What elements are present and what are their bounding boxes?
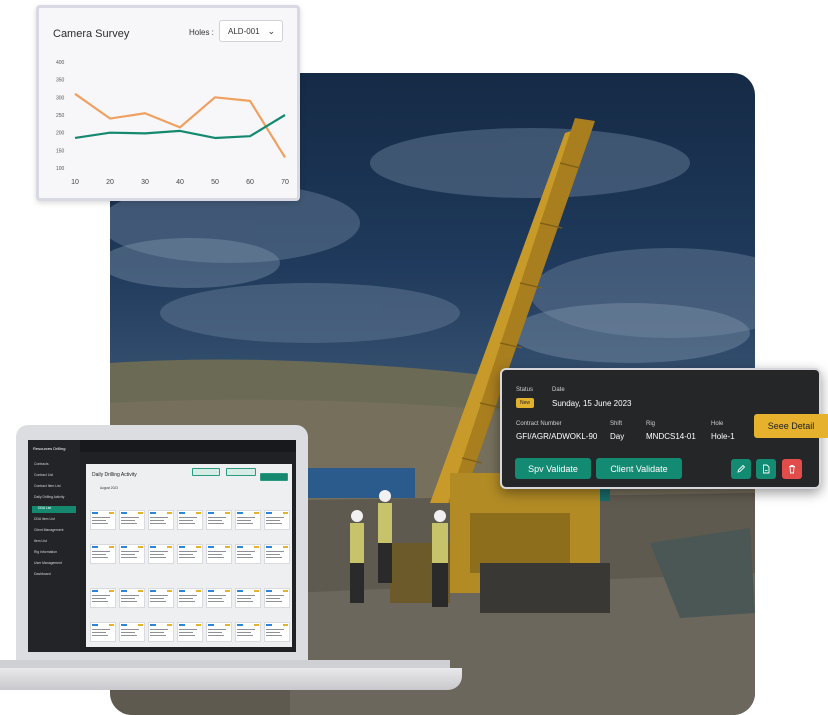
spv-validate-button[interactable]: Spv Validate: [515, 458, 591, 479]
status-badge: New: [516, 398, 535, 408]
app-main: Daily Drilling Activity August 2023: [86, 464, 292, 647]
camera-survey-chart: 400 350 300 250 200 150 100 10 20 30 40 50 60 70: [56, 60, 289, 186]
hole-value: Hole-1: [711, 432, 735, 441]
rig-label: Rig: [646, 421, 656, 427]
chevron-down-icon: ⌄: [267, 26, 275, 36]
sidebar-item[interactable]: Dashboard: [34, 572, 51, 576]
contract-label: Contract Number: [516, 421, 562, 427]
hole-label: Hole: [711, 421, 724, 427]
activity-card[interactable]: [119, 544, 145, 564]
x-tick-label: 60: [246, 179, 254, 186]
activity-card[interactable]: [148, 544, 174, 564]
activity-card[interactable]: [264, 622, 290, 642]
activity-card[interactable]: [177, 622, 203, 642]
date-value: Sunday, 15 June 2023: [552, 399, 632, 408]
activity-card[interactable]: [206, 544, 232, 564]
date-picker[interactable]: August 2023: [100, 486, 118, 490]
edit-button[interactable]: [731, 459, 751, 479]
activity-card[interactable]: [206, 510, 232, 530]
activity-card[interactable]: [177, 544, 203, 564]
x-tick-label: 50: [211, 179, 219, 186]
holes-select[interactable]: ALD-001 ⌄: [219, 20, 283, 42]
y-tick-label: 250: [56, 113, 65, 119]
x-tick-label: 20: [106, 179, 114, 186]
chart-title: Camera Survey: [53, 28, 130, 40]
shift-label: Shift: [610, 421, 623, 427]
x-tick-label: 30: [141, 179, 149, 186]
delete-button[interactable]: [782, 459, 802, 479]
activity-card[interactable]: [235, 510, 261, 530]
client-validate-button[interactable]: Client Validate: [596, 458, 682, 479]
activity-card[interactable]: [90, 588, 116, 608]
app-topbar: [80, 440, 296, 452]
activity-card[interactable]: [90, 622, 116, 642]
activity-card[interactable]: [119, 588, 145, 608]
document-button[interactable]: [756, 459, 776, 479]
app-sidebar: Resources Drilling Contracts Contract Lis…: [28, 440, 80, 652]
series-line-1: [74, 92, 286, 158]
sidebar-item[interactable]: Client Management: [34, 528, 63, 532]
y-tick-label: 100: [56, 166, 65, 172]
activity-card[interactable]: [148, 588, 174, 608]
mini-create-button[interactable]: [260, 473, 288, 481]
camera-survey-card: Camera Survey Holes : ALD-001 ⌄ 400 350 30…: [36, 5, 300, 201]
activity-card[interactable]: [264, 510, 290, 530]
page-title: Daily Drilling Activity: [92, 472, 137, 478]
sidebar-item[interactable]: Contract List: [34, 473, 53, 477]
activity-card[interactable]: [264, 588, 290, 608]
sidebar-item[interactable]: Item List: [34, 539, 47, 543]
trash-icon: [789, 465, 795, 474]
sidebar-item[interactable]: Contracts: [34, 462, 49, 466]
x-tick-label: 10: [71, 179, 79, 186]
activity-card[interactable]: [177, 510, 203, 530]
rig-value: MNDCS14-01: [646, 432, 696, 441]
holes-select-value: ALD-001: [228, 26, 260, 36]
x-tick-label: 70: [281, 179, 289, 186]
activity-card[interactable]: [235, 622, 261, 642]
activity-card[interactable]: [264, 544, 290, 564]
shift-value: Day: [610, 432, 625, 441]
document-icon: [763, 464, 770, 474]
activity-card[interactable]: [206, 588, 232, 608]
sidebar-item[interactable]: Rig Information: [34, 550, 57, 554]
y-tick-label: 400: [56, 60, 65, 66]
sidebar-item[interactable]: Contract Item List: [34, 484, 61, 488]
date-label: Date: [552, 387, 565, 393]
x-tick-label: 40: [176, 179, 184, 186]
activity-card[interactable]: [148, 510, 174, 530]
laptop-screen: Resources Drilling Contracts Contract Lis…: [28, 440, 296, 652]
y-tick-label: 300: [56, 95, 65, 101]
activity-card[interactable]: [206, 622, 232, 642]
mini-action-button[interactable]: [192, 468, 220, 476]
edit-icon: [737, 464, 746, 473]
activity-card[interactable]: [235, 588, 261, 608]
activity-card[interactable]: [235, 544, 261, 564]
sidebar-item[interactable]: DDA Item List: [34, 517, 55, 521]
sidebar-item[interactable]: Daily Drilling Activity: [34, 495, 64, 499]
app-brand: Resources Drilling: [33, 446, 66, 451]
activity-card[interactable]: [119, 510, 145, 530]
activity-card[interactable]: [90, 544, 116, 564]
activity-card[interactable]: [119, 622, 145, 642]
holes-label: Holes :: [189, 28, 214, 37]
y-tick-label: 150: [56, 148, 65, 154]
sidebar-item[interactable]: User Management: [34, 561, 62, 565]
laptop-base: [0, 668, 462, 690]
contract-value: GFI/AGR/ADWOKL-90: [516, 432, 598, 441]
activity-card[interactable]: [148, 622, 174, 642]
y-tick-label: 350: [56, 78, 65, 84]
y-tick-label: 200: [56, 131, 65, 137]
activity-card[interactable]: [177, 588, 203, 608]
sidebar-item[interactable]: DDA List: [32, 506, 76, 513]
status-label: Status: [516, 387, 534, 393]
see-detail-button[interactable]: Seee Detail: [754, 414, 828, 438]
mini-action-button[interactable]: [226, 468, 256, 476]
activity-card[interactable]: [90, 510, 116, 530]
